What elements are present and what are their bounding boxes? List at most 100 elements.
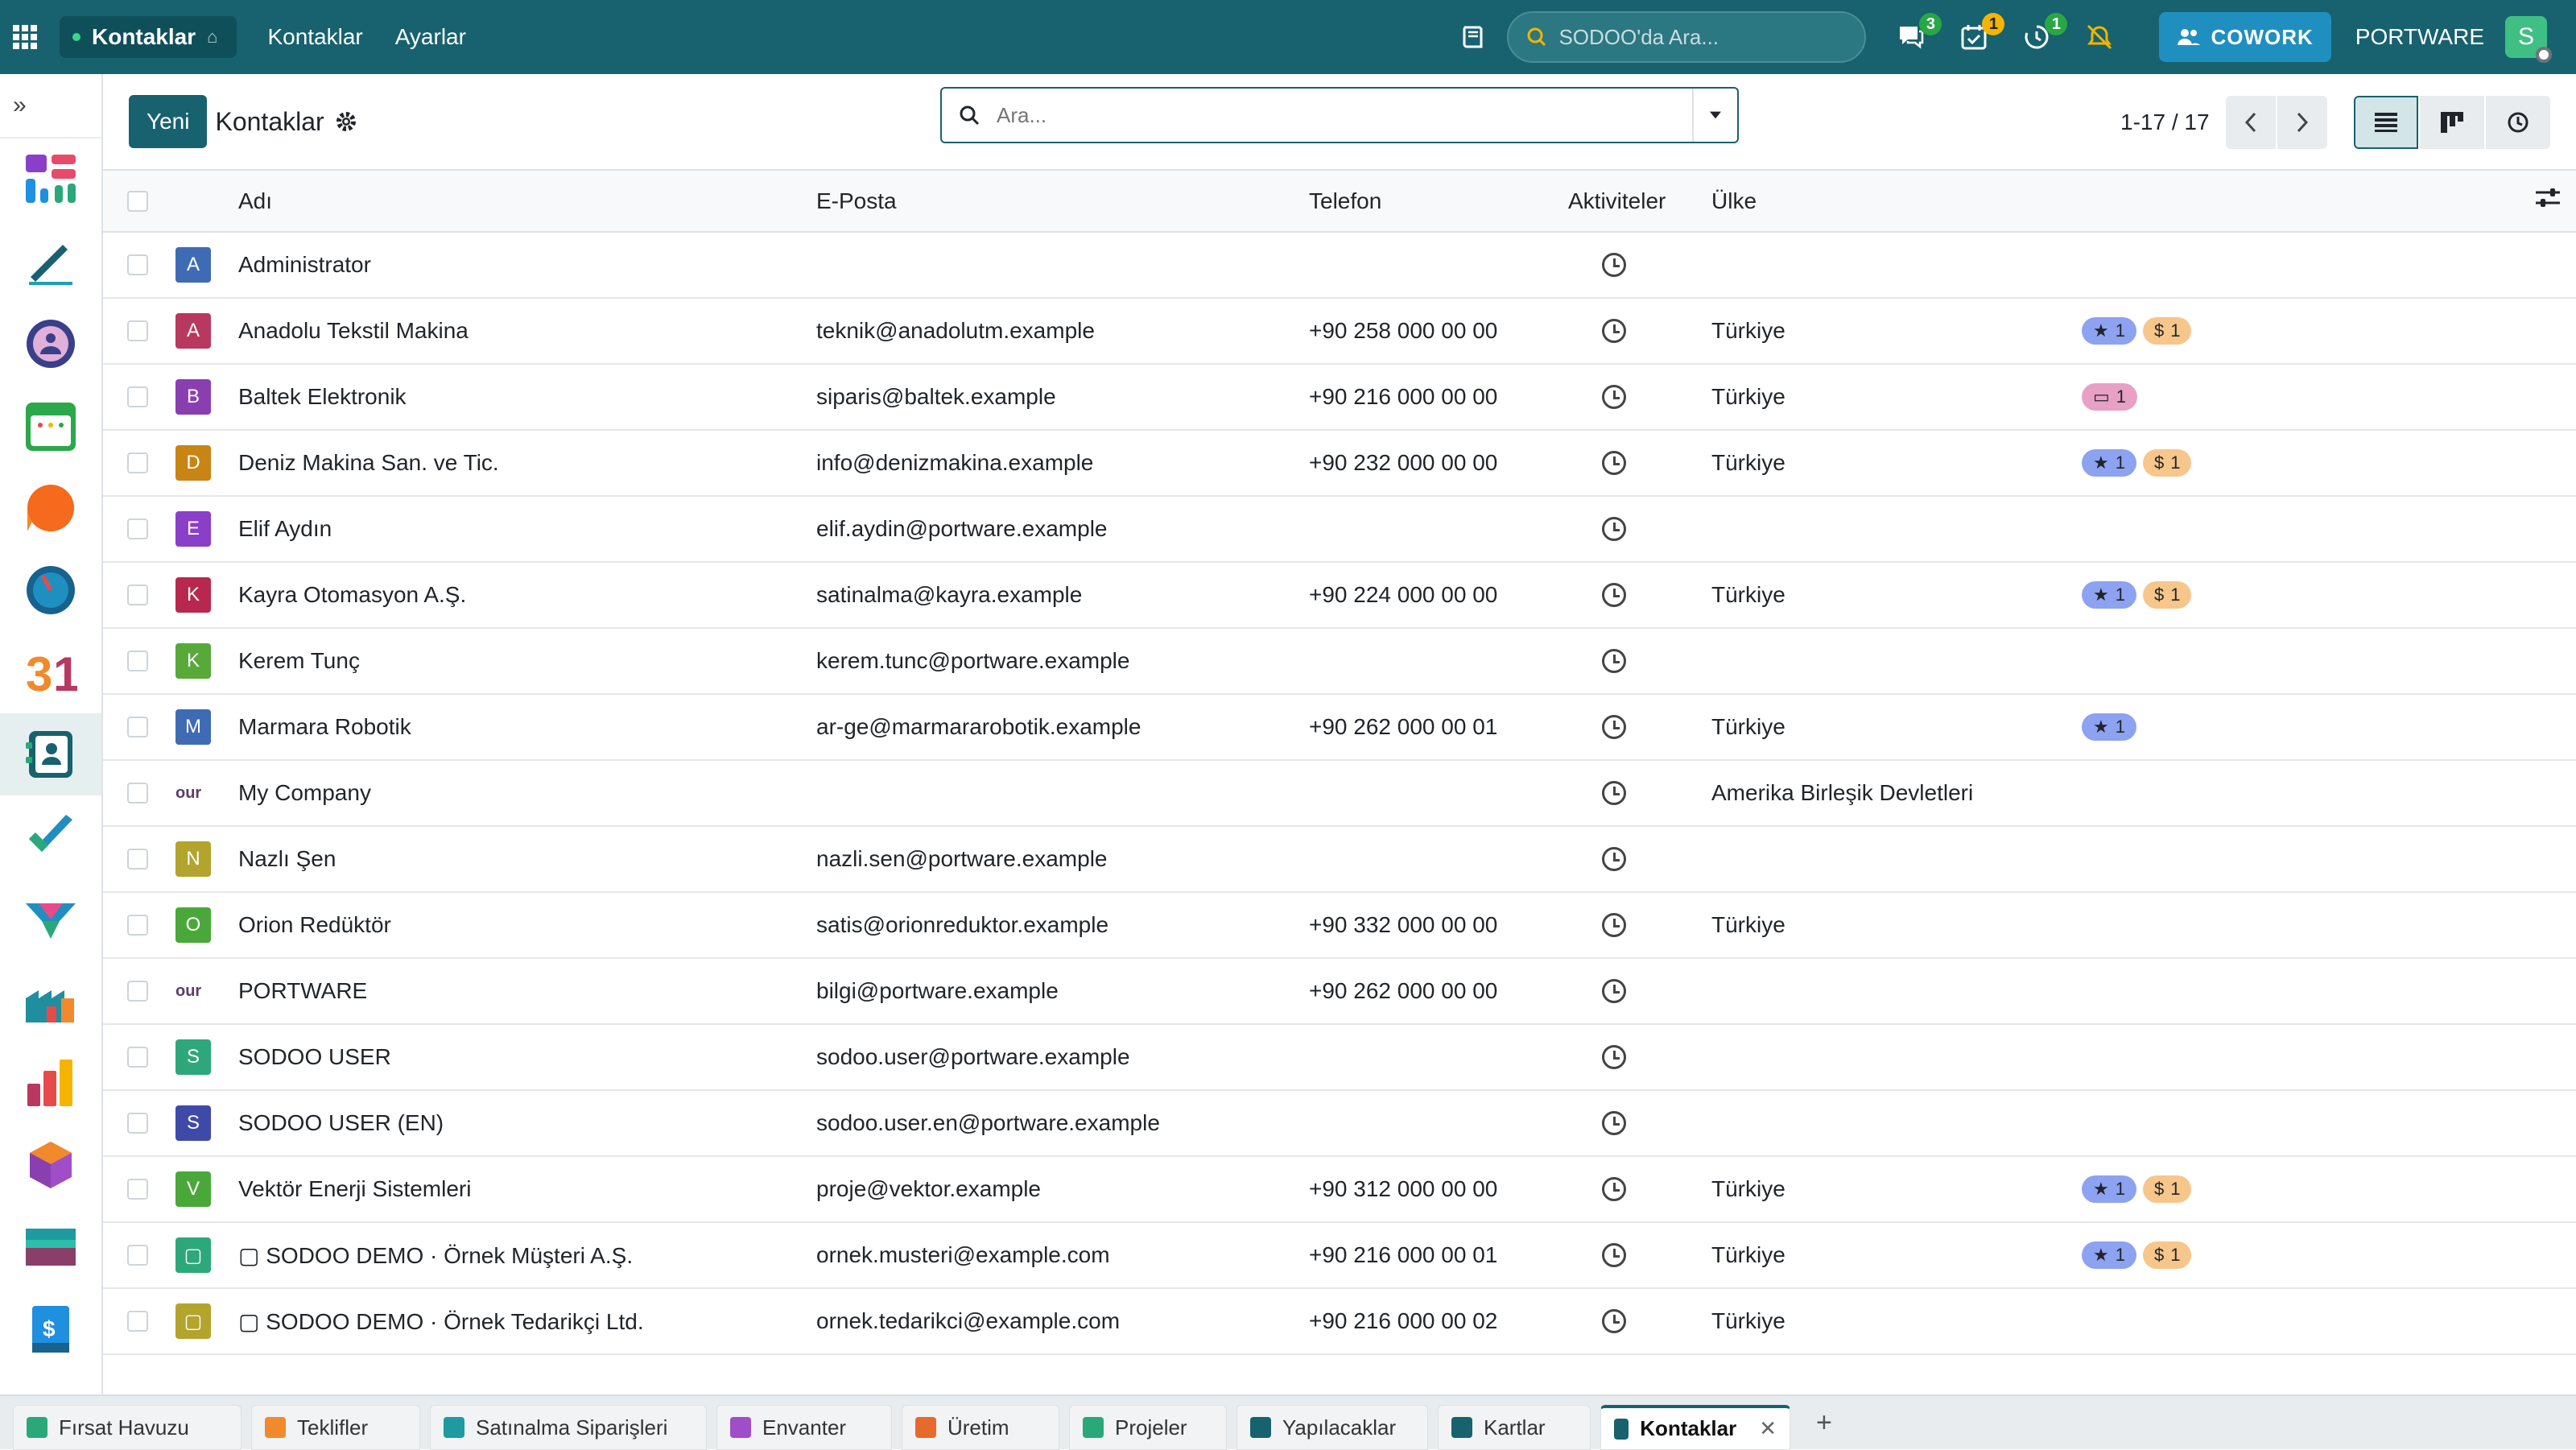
row-checkbox[interactable]	[127, 254, 148, 275]
table-row[interactable]: B Baltek Elektronik siparis@baltek.examp…	[103, 364, 2576, 431]
activity-clock-icon[interactable]	[1602, 583, 1626, 607]
sidebar-app-calendar[interactable]: 31	[0, 631, 101, 713]
contact-email[interactable]	[816, 760, 1309, 827]
company-switcher[interactable]: PORTWARE	[2355, 24, 2484, 50]
table-row[interactable]: M Marmara Robotik ar-ge@marmararobotik.e…	[103, 694, 2576, 761]
star-badge[interactable]: ★ 1	[2082, 449, 2136, 477]
contact-name[interactable]: Kerem Tunç	[238, 628, 816, 695]
app-brand[interactable]: Kontaklar ⌂	[60, 16, 237, 58]
contact-phone[interactable]	[1309, 1024, 1568, 1091]
select-all-checkbox[interactable]	[127, 190, 148, 212]
bottom-tab[interactable]: Kartlar	[1438, 1405, 1591, 1450]
activity-clock-icon[interactable]	[1602, 979, 1626, 1003]
sidebar-app-community[interactable]	[0, 303, 101, 385]
bottom-tab[interactable]: Teklifler	[251, 1405, 420, 1450]
apps-menu-button[interactable]	[0, 0, 50, 74]
activity-clock-icon[interactable]	[1602, 715, 1626, 739]
contact-phone[interactable]	[1309, 1090, 1568, 1157]
dollar-badge[interactable]: $1	[2142, 1175, 2192, 1203]
sidebar-app-todo[interactable]	[0, 795, 101, 878]
search-options-toggle[interactable]	[1692, 89, 1737, 142]
row-checkbox[interactable]	[127, 1245, 148, 1266]
sidebar-app-sign[interactable]	[0, 221, 101, 303]
table-row[interactable]: N Nazlı Şen nazli.sen@portware.example	[103, 826, 2576, 893]
sidebar-app-purchase[interactable]	[0, 1206, 101, 1288]
bottom-tab[interactable]: Kontaklar ✕	[1600, 1405, 1790, 1450]
sidebar-app-events[interactable]	[0, 385, 101, 467]
contact-name[interactable]: ▢ SODOO DEMO · Örnek Müşteri A.Ş.	[238, 1222, 816, 1289]
contact-phone[interactable]	[1309, 826, 1568, 893]
contact-phone[interactable]: +90 262 000 00 00	[1309, 958, 1568, 1025]
cowork-button[interactable]: COWORK	[2159, 12, 2331, 62]
table-row[interactable]: our My Company Amerika Birleşik Devletle…	[103, 760, 2576, 827]
activity-clock-icon[interactable]	[1602, 649, 1626, 673]
star-badge[interactable]: ★ 1	[2082, 581, 2136, 609]
add-tab-button[interactable]: +	[1816, 1407, 1832, 1439]
contact-name[interactable]: PORTWARE	[238, 958, 816, 1025]
contact-phone[interactable]: +90 332 000 00 00	[1309, 892, 1568, 959]
sidebar-app-invoicing[interactable]: $	[0, 1288, 101, 1370]
row-checkbox[interactable]	[127, 849, 148, 870]
contact-name[interactable]: My Company	[238, 760, 816, 827]
column-header-country[interactable]: Ülke	[1711, 171, 2082, 233]
contact-phone[interactable]	[1309, 628, 1568, 695]
contact-email[interactable]: sodoo.user.en@portware.example	[816, 1090, 1309, 1157]
contact-email[interactable]: info@denizmakina.example	[816, 430, 1309, 497]
table-row[interactable]: A Anadolu Tekstil Makina teknik@anadolut…	[103, 298, 2576, 365]
activity-clock-icon[interactable]	[1602, 1243, 1626, 1267]
table-row[interactable]: V Vektör Enerji Sistemleri proje@vektor.…	[103, 1156, 2576, 1223]
activity-clock-icon[interactable]	[1602, 253, 1626, 277]
pager-next-button[interactable]	[2277, 96, 2327, 149]
row-checkbox[interactable]	[127, 1113, 148, 1134]
contact-phone[interactable]: +90 262 000 00 01	[1309, 694, 1568, 761]
contact-name[interactable]: Nazlı Şen	[238, 826, 816, 893]
activity-clock-icon[interactable]	[1602, 1111, 1626, 1135]
row-checkbox[interactable]	[127, 1179, 148, 1200]
bottom-tab[interactable]: Fırsat Havuzu	[13, 1405, 242, 1450]
contact-email[interactable]: kerem.tunc@portware.example	[816, 628, 1309, 695]
activity-clock-icon[interactable]	[1602, 1177, 1626, 1201]
dollar-badge[interactable]: $1	[2142, 449, 2192, 477]
contact-phone[interactable]: +90 258 000 00 00	[1309, 298, 1568, 365]
contact-name[interactable]: Baltek Elektronik	[238, 364, 816, 431]
dollar-badge[interactable]: $1	[2142, 317, 2192, 345]
row-checkbox[interactable]	[127, 585, 148, 605]
activity-clock-icon[interactable]	[1602, 451, 1626, 475]
contact-name[interactable]: Kayra Otomasyon A.Ş.	[238, 562, 816, 629]
contact-name[interactable]: Vektör Enerji Sistemleri	[238, 1156, 816, 1223]
contact-name[interactable]: Marmara Robotik	[238, 694, 816, 761]
bottom-tab[interactable]: Satınalma Siparişleri	[430, 1405, 707, 1450]
activity-clock-icon[interactable]	[1602, 781, 1626, 805]
sidebar-app-pipeline[interactable]	[0, 878, 101, 960]
row-checkbox[interactable]	[127, 1311, 148, 1332]
table-row[interactable]: A Administrator	[103, 232, 2576, 299]
row-checkbox[interactable]	[127, 915, 148, 936]
contact-phone[interactable]: +90 232 000 00 00	[1309, 430, 1568, 497]
new-button[interactable]: Yeni	[129, 95, 208, 148]
column-header-name[interactable]: Adı	[238, 171, 816, 233]
contact-email[interactable]: satinalma@kayra.example	[816, 562, 1309, 629]
contact-phone[interactable]: +90 312 000 00 00	[1309, 1156, 1568, 1223]
bottom-tab[interactable]: Projeler	[1069, 1405, 1227, 1450]
kanban-view-button[interactable]	[2420, 96, 2484, 149]
row-checkbox[interactable]	[127, 518, 148, 539]
table-row[interactable]: D Deniz Makina San. ve Tic. info@denizma…	[103, 430, 2576, 497]
card-badge[interactable]: ▭ 1	[2082, 383, 2138, 411]
sidebar-expand-icon[interactable]: »	[0, 74, 101, 138]
table-row[interactable]: ▢ ▢ SODOO DEMO · Örnek Müşteri A.Ş. orne…	[103, 1222, 2576, 1289]
contact-name[interactable]: Anadolu Tekstil Makina	[238, 298, 816, 365]
user-avatar[interactable]: S	[2505, 16, 2552, 63]
pager-previous-button[interactable]	[2225, 96, 2276, 149]
row-checkbox[interactable]	[127, 981, 148, 1002]
contact-name[interactable]: ▢ SODOO DEMO · Örnek Tedarikçi Ltd.	[238, 1288, 816, 1355]
column-header-activities[interactable]: Aktiviteler	[1568, 171, 1711, 233]
row-checkbox[interactable]	[127, 452, 148, 473]
contact-email[interactable]: proje@vektor.example	[816, 1156, 1309, 1223]
contact-name[interactable]: Deniz Makina San. ve Tic.	[238, 430, 816, 497]
activity-view-button[interactable]	[2486, 96, 2550, 149]
global-search-input[interactable]: SODOO'da Ara...	[1507, 11, 1867, 63]
activity-clock-icon[interactable]	[1602, 517, 1626, 541]
table-row[interactable]: K Kerem Tunç kerem.tunc@portware.example	[103, 628, 2576, 695]
contact-email[interactable]: sodoo.user@portware.example	[816, 1024, 1309, 1091]
activities-button[interactable]: 1	[1956, 13, 2005, 55]
